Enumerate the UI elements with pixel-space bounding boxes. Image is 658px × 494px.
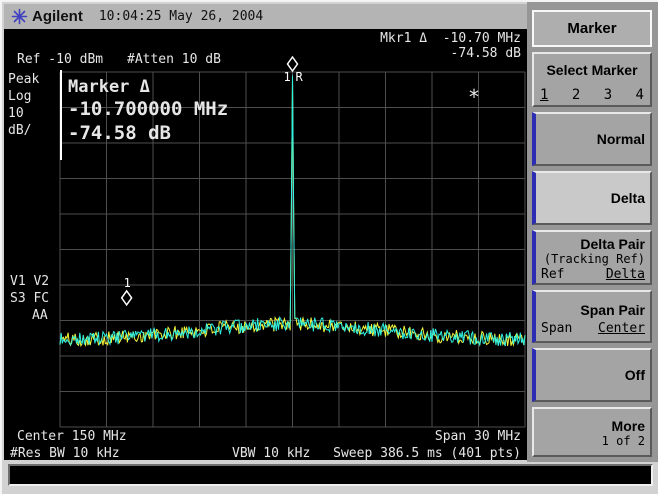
- scale-value-label: 10: [8, 107, 24, 120]
- rbw-label: #Res BW 10 kHz: [10, 447, 120, 460]
- softkey-more[interactable]: More 1 of 2: [532, 407, 652, 457]
- marker-box-title: Marker Δ: [68, 77, 150, 97]
- delta-pair-ref: Ref: [541, 267, 564, 282]
- softkey-delta-pair[interactable]: Delta Pair (Tracking Ref) Ref Delta: [532, 230, 652, 285]
- softkey-delta[interactable]: Delta: [532, 171, 652, 225]
- title-bar: Agilent 10:04:25 May 26, 2004: [4, 4, 527, 29]
- off-label: Off: [536, 367, 650, 383]
- bottom-message-bar: [8, 464, 653, 486]
- agilent-starburst-icon: [11, 8, 28, 25]
- scale-unit-label: dB/: [8, 124, 31, 137]
- span-pair-choice-row: Span Center: [536, 321, 650, 336]
- marker-box-frequency: -10.700000 MHz: [68, 98, 228, 120]
- more-page-label: 1 of 2: [534, 434, 650, 448]
- sweep-label: Sweep 386.5 ms (401 pts): [333, 447, 521, 460]
- display-area: 1R1 Mkr1 Δ -10.70 MHz -74.58 dB Ref -10 …: [4, 29, 527, 460]
- span-pair-center: Center: [598, 321, 645, 336]
- softkey-off[interactable]: Off: [532, 348, 652, 402]
- attenuation-label: #Atten 10 dB: [127, 53, 221, 66]
- select-marker-options: 1 2 3 4: [534, 87, 650, 103]
- marker-readout-line2: -74.58 dB: [451, 47, 521, 60]
- softkey-panel: Marker Select Marker 1 2 3 4 Normal Delt…: [527, 2, 658, 462]
- ref-level-label: Ref -10 dBm: [17, 53, 103, 66]
- delta-pair-subtitle: (Tracking Ref): [536, 252, 650, 266]
- marker-option-2[interactable]: 2: [572, 87, 580, 103]
- softkey-select-marker[interactable]: Select Marker 1 2 3 4: [532, 52, 652, 107]
- delta-pair-label: Delta Pair: [536, 236, 650, 252]
- vbw-label: VBW 10 kHz: [232, 447, 310, 460]
- status-flag-aa: AA: [32, 309, 48, 322]
- star-indicator: *: [468, 87, 480, 107]
- span-pair-label: Span Pair: [536, 302, 650, 318]
- marker-option-3[interactable]: 3: [604, 87, 612, 103]
- svg-text:R: R: [296, 70, 304, 84]
- analyzer-front-screen: Agilent 10:04:25 May 26, 2004 1R1 Mkr1 Δ…: [0, 0, 658, 494]
- status-flag-s3fc: S3 FC: [10, 292, 49, 305]
- delta-label: Delta: [536, 190, 650, 206]
- marker-box-amplitude: -74.58 dB: [68, 122, 171, 144]
- status-flag-v1v2: V1 V2: [10, 275, 49, 288]
- delta-pair-delta: Delta: [606, 267, 645, 282]
- brand-label: Agilent: [32, 8, 83, 25]
- marker-option-4[interactable]: 4: [636, 87, 644, 103]
- menu-title-marker: Marker: [532, 10, 652, 47]
- scale-log-label: Log: [8, 90, 31, 103]
- more-label: More: [534, 418, 650, 434]
- delta-pair-choice-row: Ref Delta: [536, 267, 650, 282]
- marker-option-1[interactable]: 1: [540, 87, 548, 103]
- softkey-normal[interactable]: Normal: [532, 112, 652, 166]
- detector-peak-label: Peak: [8, 73, 39, 86]
- marker-readout-line1: Mkr1 Δ -10.70 MHz: [380, 32, 521, 45]
- center-freq-label: Center 150 MHz: [17, 430, 127, 443]
- svg-text:1: 1: [124, 276, 131, 290]
- datetime-label: 10:04:25 May 26, 2004: [99, 9, 263, 24]
- span-label: Span 30 MHz: [435, 430, 521, 443]
- svg-text:1: 1: [284, 70, 291, 84]
- select-marker-label: Select Marker: [534, 62, 650, 78]
- softkey-span-pair[interactable]: Span Pair Span Center: [532, 290, 652, 343]
- span-pair-span: Span: [541, 321, 572, 336]
- normal-label: Normal: [536, 131, 650, 147]
